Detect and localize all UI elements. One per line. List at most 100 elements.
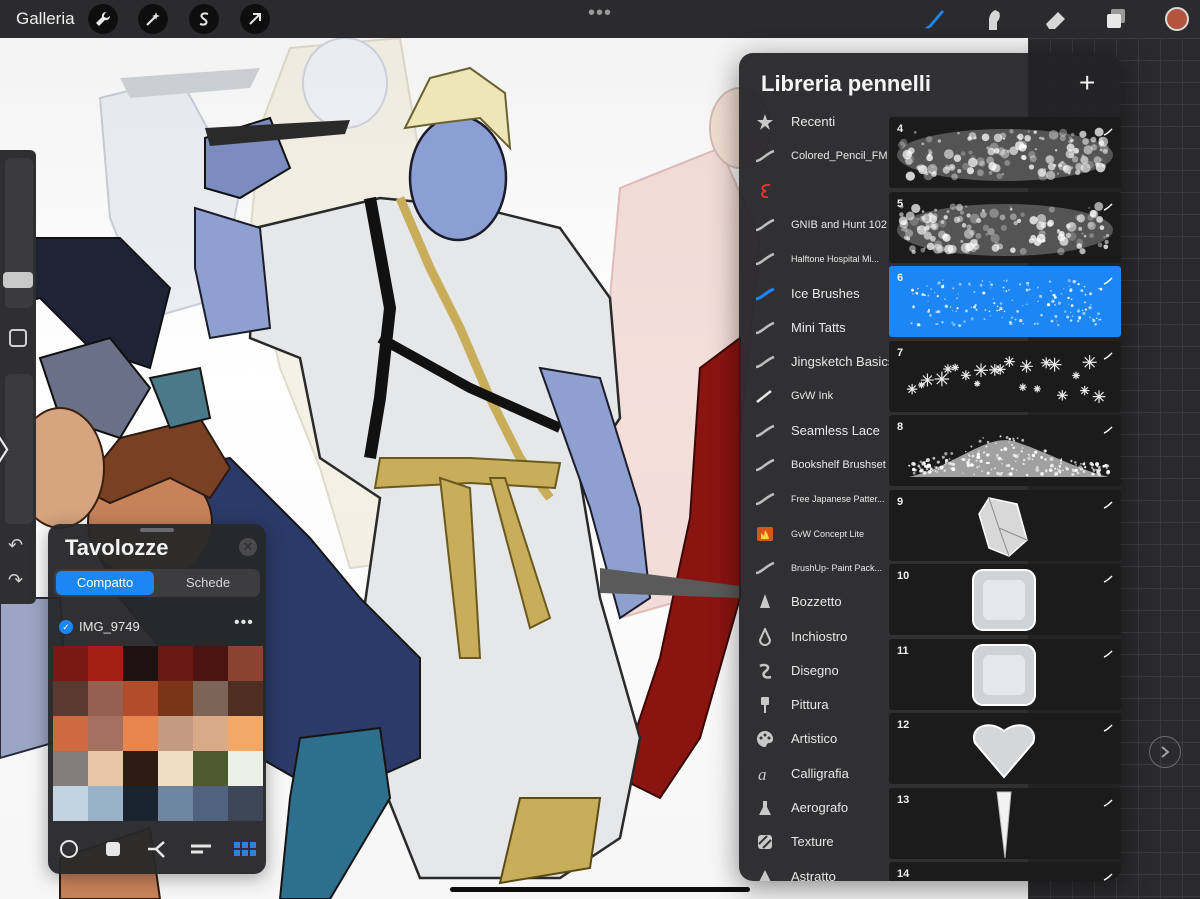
circle-mode-icon[interactable] (56, 837, 82, 861)
brush-set-label: Bookshelf Brushset (791, 459, 886, 471)
brush-stroke-item[interactable]: 13 (889, 788, 1121, 859)
color-swatch[interactable] (123, 646, 158, 681)
color-swatch[interactable] (53, 646, 88, 681)
brush-stroke-item[interactable]: 6 (889, 266, 1121, 337)
color-swatch[interactable] (228, 786, 263, 821)
brush-set-item[interactable]: Aerografo (739, 791, 889, 825)
brush-number: 12 (897, 719, 909, 731)
wrench-icon[interactable] (88, 4, 118, 34)
brush-set-item[interactable]: Bookshelf Brushset (739, 448, 889, 482)
current-color-swatch[interactable] (1165, 7, 1189, 31)
color-swatch[interactable] (158, 716, 193, 751)
palette-name[interactable]: IMG_9749 (79, 619, 140, 634)
color-swatch[interactable] (158, 681, 193, 716)
close-icon[interactable]: ✕ (239, 538, 257, 556)
brush-stroke-item[interactable]: 12 (889, 713, 1121, 784)
calligraphy-icon: a (755, 765, 775, 783)
brush-set-item[interactable] (739, 174, 889, 208)
color-swatch[interactable] (193, 716, 228, 751)
brush-stroke-item[interactable]: 14 (889, 862, 1121, 881)
modify-button[interactable] (9, 329, 27, 347)
color-swatch[interactable] (88, 716, 123, 751)
color-swatch[interactable] (228, 716, 263, 751)
brush-set-item[interactable]: Halftone Hospital Mi... (739, 242, 889, 276)
color-swatch[interactable] (158, 646, 193, 681)
color-swatch[interactable] (88, 751, 123, 786)
brush-stroke-item[interactable]: 4 (889, 117, 1121, 188)
brush-set-item[interactable]: GvW Ink (739, 379, 889, 413)
color-swatch[interactable] (193, 751, 228, 786)
paintbrush-icon (755, 696, 775, 714)
brush-size-thumb[interactable] (3, 272, 33, 288)
eraser-icon[interactable] (1042, 5, 1070, 33)
color-swatch[interactable] (193, 786, 228, 821)
brush-set-item[interactable]: Recenti (739, 105, 889, 139)
layers-icon[interactable] (1102, 5, 1130, 33)
brush-icon[interactable] (920, 5, 948, 33)
chevron-right-icon[interactable] (1149, 736, 1181, 768)
tab-compact[interactable]: Compatto (56, 571, 154, 595)
brush-set-item[interactable]: Jingsketch Basics (739, 345, 889, 379)
brush-set-item[interactable]: Ice Brushes (739, 277, 889, 311)
color-swatch[interactable] (123, 716, 158, 751)
brush-set-item[interactable]: GNIB and Hunt 102 (739, 208, 889, 242)
color-swatch[interactable] (53, 786, 88, 821)
color-swatch[interactable] (158, 751, 193, 786)
brush-set-item[interactable]: Inchiostro (739, 620, 889, 654)
expand-sidebar-button[interactable]: 〉 (0, 400, 22, 496)
color-swatch[interactable] (228, 646, 263, 681)
brush-set-item[interactable]: BrushUp- Paint Pack... (739, 551, 889, 585)
brush-set-item[interactable]: a Calligrafia (739, 757, 889, 791)
color-swatch[interactable] (193, 646, 228, 681)
brush-type-icon (1103, 123, 1113, 141)
color-swatch[interactable] (123, 681, 158, 716)
color-swatch[interactable] (53, 751, 88, 786)
color-swatch[interactable] (123, 751, 158, 786)
brush-set-item[interactable]: Pittura (739, 688, 889, 722)
palettes-mode-icon[interactable] (232, 837, 258, 861)
brush-set-item[interactable]: Colored_Pencil_FM (739, 139, 889, 173)
color-swatch[interactable] (88, 681, 123, 716)
color-swatch[interactable] (53, 681, 88, 716)
color-swatch[interactable] (53, 716, 88, 751)
color-swatch[interactable] (228, 681, 263, 716)
color-swatch[interactable] (123, 786, 158, 821)
color-swatch[interactable] (88, 786, 123, 821)
brush-set-item[interactable]: Disegno (739, 654, 889, 688)
brush-set-item[interactable]: Free Japanese Patter... (739, 482, 889, 516)
brush-set-item[interactable]: Seamless Lace (739, 414, 889, 448)
brush-stroke-item[interactable]: 9 (889, 490, 1121, 561)
value-mode-icon[interactable] (188, 837, 214, 861)
smudge-icon[interactable] (980, 5, 1008, 33)
tab-cards[interactable]: Schede (158, 571, 258, 595)
brush-set-item[interactable]: Astratto (739, 860, 889, 881)
brush-set-item[interactable]: Texture (739, 825, 889, 859)
brush-set-item[interactable]: GvW Concept Lite (739, 517, 889, 551)
color-swatch[interactable] (193, 681, 228, 716)
brush-set-label: Recenti (791, 114, 835, 129)
color-swatch[interactable] (88, 646, 123, 681)
brush-stroke-item[interactable]: 5 (889, 192, 1121, 263)
panel-grip[interactable] (140, 528, 174, 532)
palette-more-icon[interactable]: ••• (234, 614, 254, 632)
undo-icon[interactable]: ↶ (8, 535, 23, 556)
color-swatch[interactable] (228, 751, 263, 786)
redo-icon[interactable]: ↷ (8, 570, 23, 591)
more-options-dots[interactable]: ••• (588, 2, 612, 25)
color-swatch-grid (53, 646, 263, 821)
selection-s-icon[interactable] (189, 4, 219, 34)
brush-set-item[interactable]: Bozzetto (739, 585, 889, 619)
brush-stroke-item[interactable]: 10 (889, 564, 1121, 635)
magic-wand-icon[interactable] (138, 4, 168, 34)
brush-set-item[interactable]: Mini Tatts (739, 311, 889, 345)
brush-stroke-item[interactable]: 11 (889, 639, 1121, 710)
color-swatch[interactable] (158, 786, 193, 821)
transform-arrow-icon[interactable] (240, 4, 270, 34)
harmony-mode-icon[interactable] (144, 837, 170, 861)
square-mode-icon[interactable] (100, 837, 126, 861)
add-brush-icon[interactable]: + (1079, 67, 1095, 99)
brush-stroke-item[interactable]: 7 (889, 341, 1121, 412)
gallery-button[interactable]: Galleria (16, 9, 75, 29)
brush-stroke-item[interactable]: 8 (889, 415, 1121, 486)
brush-set-item[interactable]: Artistico (739, 722, 889, 756)
